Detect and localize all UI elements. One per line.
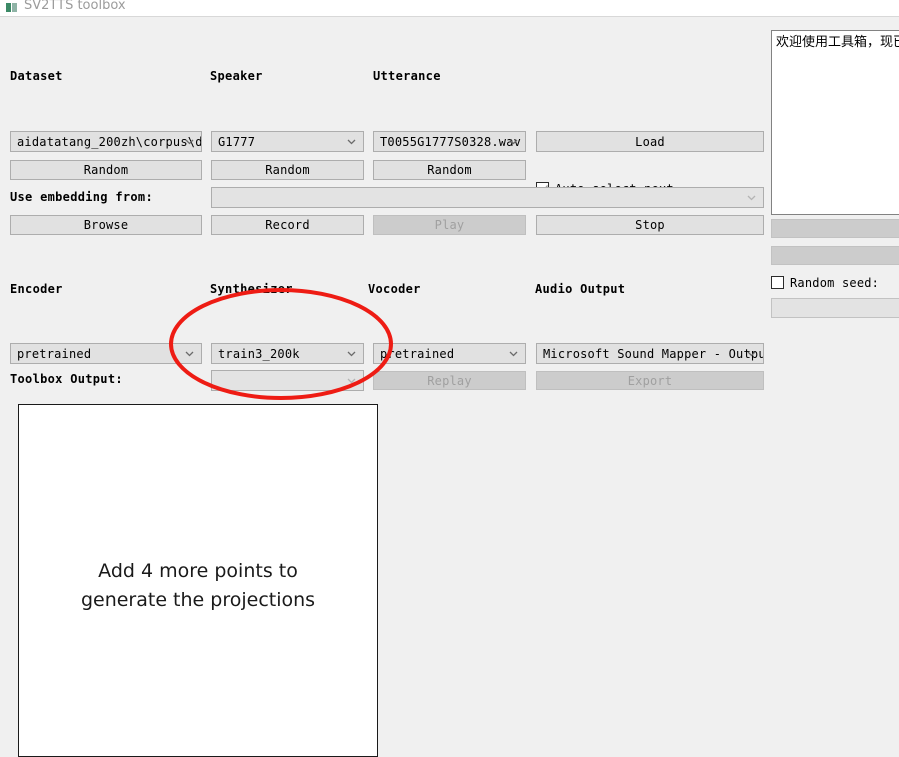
browse-button[interactable]: Browse — [10, 215, 202, 235]
speaker-combo-value: G1777 — [218, 134, 256, 149]
utterance-header: Utterance — [373, 69, 441, 83]
dataset-header: Dataset — [10, 69, 63, 83]
umap-projection-panel[interactable]: Add 4 more points to generate the projec… — [18, 404, 378, 757]
chevron-down-icon — [347, 378, 356, 384]
play-button[interactable]: Play — [373, 215, 526, 235]
chevron-down-icon — [747, 351, 756, 357]
replay-button[interactable]: Replay — [373, 371, 526, 390]
chevron-down-icon — [747, 195, 756, 201]
dataset-random-button[interactable]: Random — [10, 160, 202, 180]
synthesizer-combo-value: train3_200k — [218, 346, 300, 361]
load-button[interactable]: Load — [536, 131, 764, 152]
use-embedding-from-label: Use embedding from: — [10, 190, 153, 204]
utterance-combo-value: T0055G1777S0328.wav — [380, 134, 522, 149]
audio-output-combo[interactable]: Microsoft Sound Mapper - Output — [536, 343, 764, 364]
random-seed-label: Random seed: — [790, 275, 880, 290]
chevron-down-icon — [509, 139, 518, 145]
vocoder-combo[interactable]: pretrained — [373, 343, 526, 364]
embedding-source-combo[interactable] — [211, 187, 764, 208]
main-surface: Dataset Speaker Utterance aidatatang_200… — [0, 17, 899, 757]
app-icon — [6, 1, 20, 13]
vocoder-combo-value: pretrained — [380, 346, 455, 361]
chevron-down-icon — [347, 139, 356, 145]
log-textarea[interactable]: 欢迎使用工具箱，现已支 — [771, 30, 899, 215]
stop-button[interactable]: Stop — [536, 215, 764, 235]
encoder-header: Encoder — [10, 282, 63, 296]
window-title-bar: SV2TTS toolbox — [0, 0, 899, 17]
audio-output-header: Audio Output — [535, 282, 626, 296]
vocoder-header: Vocoder — [368, 282, 421, 296]
utterance-combo[interactable]: T0055G1777S0328.wav — [373, 131, 526, 152]
chevron-down-icon — [509, 351, 518, 357]
random-seed-input[interactable] — [771, 298, 899, 318]
right-panel-button-one[interactable] — [771, 219, 899, 238]
chevron-down-icon — [347, 351, 356, 357]
toolbox-output-label: Toolbox Output: — [10, 372, 123, 386]
encoder-combo[interactable]: pretrained — [10, 343, 202, 364]
synthesizer-header: Synthesizer — [210, 282, 293, 296]
utterance-random-button[interactable]: Random — [373, 160, 526, 180]
encoder-combo-value: pretrained — [17, 346, 92, 361]
window-title: SV2TTS toolbox — [24, 0, 126, 13]
speaker-combo[interactable]: G1777 — [211, 131, 364, 152]
right-panel-button-two[interactable] — [771, 246, 899, 265]
synthesizer-combo[interactable]: train3_200k — [211, 343, 364, 364]
checkbox-unchecked-icon — [771, 276, 784, 289]
record-button[interactable]: Record — [211, 215, 364, 235]
log-text: 欢迎使用工具箱，现已支 — [776, 35, 899, 50]
chevron-down-icon — [185, 351, 194, 357]
dataset-combo-value: aidatatang_200zh\corpus\dev — [17, 134, 202, 149]
dataset-combo[interactable]: aidatatang_200zh\corpus\dev — [10, 131, 202, 152]
toolbox-output-combo[interactable] — [211, 370, 364, 391]
export-button[interactable]: Export — [536, 371, 764, 390]
speaker-header: Speaker — [210, 69, 263, 83]
random-seed-checkbox[interactable]: Random seed: — [771, 274, 879, 291]
audio-output-combo-value: Microsoft Sound Mapper - Output — [543, 346, 764, 361]
speaker-random-button[interactable]: Random — [211, 160, 364, 180]
chevron-down-icon — [185, 139, 194, 145]
projection-placeholder-text: Add 4 more points to generate the projec… — [80, 559, 316, 611]
